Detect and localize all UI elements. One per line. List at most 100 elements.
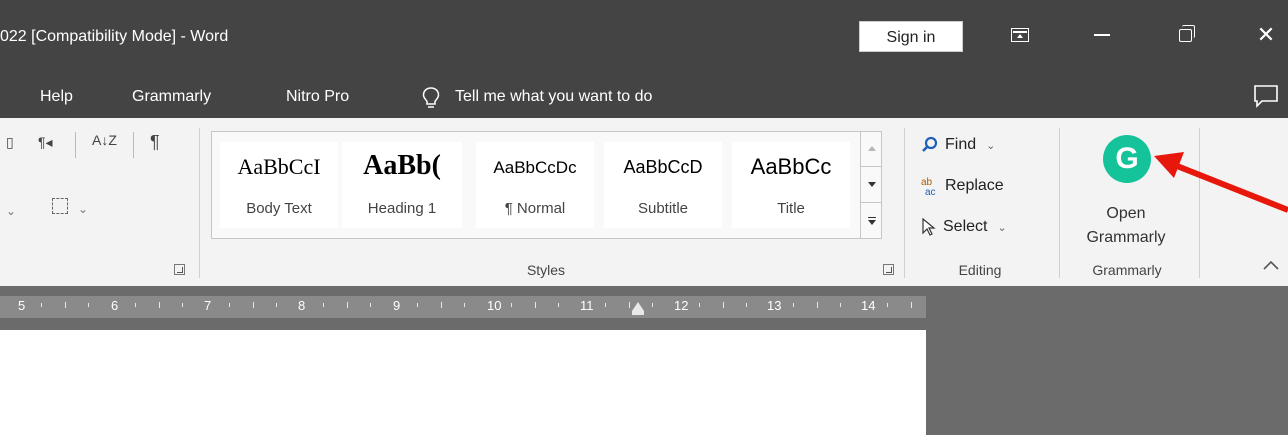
ruler-number: 8	[298, 298, 306, 313]
rtl-paragraph-icon[interactable]: ¶◂	[38, 134, 53, 151]
window-title: 022 [Compatibility Mode] - Word	[0, 28, 229, 45]
ruler-tick	[135, 303, 136, 307]
select-label: Select	[943, 218, 988, 235]
style-title[interactable]: AaBbCc Title	[732, 142, 850, 228]
ruler-tick	[652, 303, 653, 307]
show-formatting-icon[interactable]: ¶	[150, 132, 160, 153]
ruler-tick	[253, 302, 254, 308]
svg-text:ac: ac	[925, 187, 936, 196]
ruler-number: 7	[204, 298, 212, 313]
ruler-tick	[65, 302, 66, 308]
style-preview: AaBbCcDc	[493, 158, 577, 177]
annotation-arrow-icon	[1154, 152, 1288, 213]
ruler-tick	[464, 303, 465, 307]
find-label: Find	[945, 136, 977, 153]
cursor-icon	[922, 218, 936, 236]
chevron-down-icon[interactable]: ⌄	[78, 202, 88, 216]
ruler-tick	[699, 303, 700, 307]
multilevel-list-icon[interactable]: ▯	[6, 134, 14, 151]
ruler-tick	[558, 303, 559, 307]
ruler-number: 6	[111, 298, 119, 313]
grammarly-logo-icon[interactable]: G	[1103, 135, 1151, 183]
ruler-tick	[911, 302, 912, 308]
replace-icon: ab ac	[921, 177, 936, 196]
ruler-tick	[629, 302, 630, 308]
paragraph-dialog-launcher-icon[interactable]	[174, 264, 185, 275]
styles-gallery: AaBbCcI Body Text AaBb( Heading 1 AaBbCc…	[211, 131, 882, 239]
style-preview: AaBbCc	[750, 154, 832, 179]
style-preview: AaBbCcI	[237, 154, 321, 179]
gallery-more-button[interactable]	[861, 203, 882, 239]
ruler-tick	[323, 303, 324, 307]
ruler-number: 10	[487, 298, 502, 313]
ruler-number: 12	[674, 298, 689, 313]
ruler-tick	[159, 302, 160, 308]
ruler-tick	[840, 303, 841, 307]
style-body-text[interactable]: AaBbCcI Body Text	[220, 142, 338, 228]
lightbulb-icon	[422, 87, 440, 108]
ruler-tick	[88, 303, 89, 307]
horizontal-ruler[interactable]: 5 6 7 8 9 10 11 12 13 14	[0, 296, 926, 318]
ribbon: ▯ ¶◂ A↓Z ¶ ⌄ ⌄ AaBbCcI Body Text AaBb( H…	[0, 118, 1288, 286]
ruler-tick	[723, 302, 724, 308]
close-icon[interactable]: ✕	[1244, 18, 1288, 52]
divider	[75, 132, 76, 158]
minimize-icon[interactable]	[1080, 18, 1124, 52]
gallery-up-button[interactable]	[861, 131, 882, 167]
ruler-tick	[817, 302, 818, 308]
sort-icon[interactable]: A↓Z	[92, 132, 117, 148]
ruler-tick	[347, 302, 348, 308]
style-preview: AaBbCcD	[623, 157, 703, 177]
style-name: Body Text	[246, 200, 312, 217]
ruler-area: 5 6 7 8 9 10 11 12 13 14	[0, 286, 1288, 330]
style-subtitle[interactable]: AaBbCcD Subtitle	[604, 142, 722, 228]
find-button[interactable]: Find ⌄	[921, 136, 995, 154]
indent-marker-base[interactable]	[632, 311, 644, 315]
select-button[interactable]: Select ⌄	[921, 218, 1007, 236]
ruler-tick	[746, 303, 747, 307]
document-page[interactable]	[0, 330, 926, 435]
ribbon-tabs: Help Grammarly Nitro Pro Tell me what yo…	[0, 78, 1288, 118]
ruler-tick	[229, 303, 230, 307]
style-name: Title	[777, 200, 805, 217]
grammarly-group-label: Grammarly	[1092, 262, 1162, 278]
group-divider	[904, 128, 905, 278]
group-divider	[1059, 128, 1060, 278]
ruler-tick	[887, 303, 888, 307]
tab-grammarly[interactable]: Grammarly	[132, 88, 211, 106]
sign-in-button[interactable]: Sign in	[859, 21, 963, 52]
ruler-tick	[441, 302, 442, 308]
ruler-number: 11	[580, 298, 594, 313]
style-name: Heading 1	[367, 200, 437, 217]
ruler-tick	[793, 303, 794, 307]
ruler-tick	[276, 303, 277, 307]
styles-gallery-scroll	[860, 131, 882, 239]
chevron-down-icon: ⌄	[986, 139, 996, 152]
styles-group-label: Styles	[526, 262, 566, 278]
ruler-tick	[41, 303, 42, 307]
editing-group-label: Editing	[958, 262, 1002, 278]
styles-dialog-launcher-icon[interactable]	[883, 264, 894, 275]
indent-marker[interactable]	[632, 302, 644, 311]
ribbon-display-options-icon[interactable]	[998, 18, 1042, 52]
chevron-down-icon: ⌄	[997, 221, 1007, 234]
restore-icon[interactable]	[1163, 18, 1207, 52]
search-icon	[922, 136, 938, 152]
style-heading-1[interactable]: AaBb( Heading 1	[342, 142, 462, 228]
style-normal[interactable]: AaBbCcDc ¶ Normal	[476, 142, 594, 228]
gallery-down-button[interactable]	[861, 167, 882, 203]
tell-me-search[interactable]: Tell me what you want to do	[455, 88, 652, 106]
tab-help[interactable]: Help	[40, 88, 73, 106]
comments-icon[interactable]	[1253, 84, 1279, 108]
collapse-ribbon-icon[interactable]	[1262, 258, 1280, 272]
tab-nitro-pro[interactable]: Nitro Pro	[286, 88, 349, 106]
divider	[133, 132, 134, 158]
ruler-tick	[370, 303, 371, 307]
ruler-number: 14	[861, 298, 876, 313]
group-divider	[199, 128, 200, 278]
chevron-down-icon[interactable]: ⌄	[6, 204, 16, 218]
borders-icon[interactable]	[52, 198, 68, 214]
ruler-tick	[417, 303, 418, 307]
replace-label: Replace	[945, 177, 1004, 194]
replace-button[interactable]: ab ac Replace	[921, 176, 1004, 196]
